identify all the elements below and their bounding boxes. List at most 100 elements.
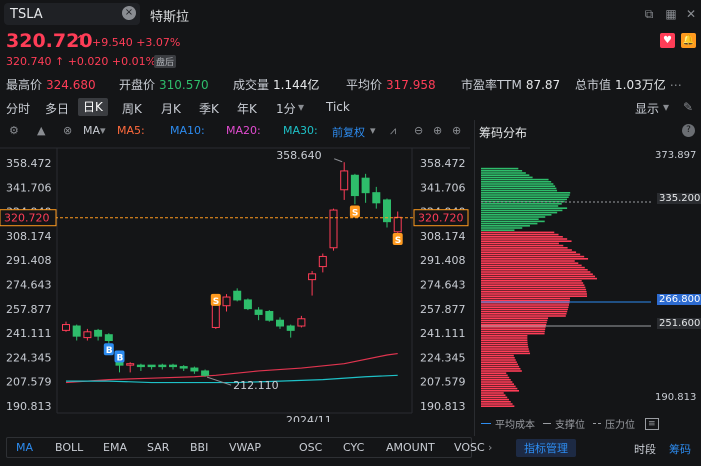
top-bar: TSLA × 特斯拉 ⧉ ▦ ✕ <box>0 0 701 30</box>
chevron-right-icon[interactable]: › <box>488 441 492 454</box>
indicator-bar: MA BOLL EMA SAR BBI VWAP OSC CYC AMOUNT … <box>0 438 701 458</box>
chip-bar <box>481 251 577 253</box>
chip-bar <box>481 346 529 348</box>
chevron-down-icon[interactable]: ▾ <box>370 124 376 137</box>
chip-bar <box>481 361 517 363</box>
chip-bar <box>481 363 518 366</box>
y-tick-left: 257.877 <box>6 303 52 316</box>
indicator-vosc[interactable]: VOSC <box>454 441 485 454</box>
time-segment-button[interactable]: 时段 <box>634 441 656 457</box>
adjust-selector[interactable]: 前复权 <box>332 124 365 140</box>
indicator-bbi[interactable]: BBI <box>190 441 208 454</box>
indicator-amount[interactable]: AMOUNT <box>386 441 435 454</box>
tab-1min[interactable]: 1分 <box>276 100 296 117</box>
tab-daily-k[interactable]: 日K <box>78 98 108 116</box>
indicator-ma[interactable]: MA <box>16 441 33 454</box>
indicator-osc[interactable]: OSC <box>299 441 322 454</box>
chip-top-label: 373.897 <box>655 150 697 161</box>
y-tick-left: 308.174 <box>6 230 52 243</box>
indicator-boll[interactable]: BOLL <box>55 441 83 454</box>
chip-label-1: 335.200 <box>657 193 701 204</box>
display-button[interactable]: 显示 <box>635 100 659 117</box>
tab-yearly-k[interactable]: 年K <box>237 100 257 117</box>
help-icon[interactable]: ? <box>682 124 695 137</box>
candlestick-chart[interactable]: 358.640 212.110 BB S S S 358.472 358.472 341.7… <box>0 140 470 422</box>
alert-bell-icon[interactable]: 🔔 <box>681 33 696 48</box>
ma-selector[interactable]: MA <box>83 124 100 137</box>
chip-bar <box>481 176 533 179</box>
after-hours-price: 320.740 ↑ +0.020 +0.01% <box>6 55 157 68</box>
period-tabs: 分时 多日 日K 周K 月K 季K 年K 1分 ▾ Tick 显示 ▾ ✎ <box>0 98 701 118</box>
edit-icon[interactable]: ✎ <box>683 100 693 114</box>
indicator-ema[interactable]: EMA <box>103 441 127 454</box>
note-icon[interactable]: ≡ <box>645 417 659 430</box>
candle-body <box>94 329 103 337</box>
clear-icon[interactable]: × <box>122 6 136 20</box>
chip-bar <box>481 288 587 291</box>
chip-bar <box>481 368 521 370</box>
candle-body <box>393 216 402 233</box>
chip-bar <box>481 337 528 339</box>
chip-bar <box>481 372 507 374</box>
tab-quarterly-k[interactable]: 季K <box>199 100 219 117</box>
favorite-icon[interactable]: ♥ <box>660 33 675 48</box>
chevron-down-icon[interactable]: ▾ <box>663 100 669 114</box>
chip-bar <box>481 236 563 238</box>
indicator-vwap[interactable]: VWAP <box>229 441 261 454</box>
candle-body <box>243 299 252 310</box>
close-icon[interactable]: ⊗ <box>63 124 72 137</box>
legend-support: 支撑位 <box>555 420 585 431</box>
chip-bar <box>481 207 568 209</box>
tab-monthly-k[interactable]: 月K <box>161 100 181 117</box>
chip-bar <box>481 167 519 170</box>
chip-bar <box>481 299 570 302</box>
chip-bar <box>481 253 581 256</box>
zoom-out-icon[interactable]: ⊖ <box>414 124 423 137</box>
tab-weekly-k[interactable]: 周K <box>122 100 142 117</box>
chip-distribution-panel: 筹码分布 ? 373.897 190.813 335.200 266.800 2… <box>474 120 701 436</box>
chip-bar <box>481 376 510 379</box>
grid-icon[interactable]: ▦ <box>664 7 678 21</box>
chip-legend: 平均成本 支撑位 压力位 ≡ <box>481 416 659 431</box>
candle-body <box>190 367 199 372</box>
chip-bar <box>481 286 586 289</box>
chip-bar <box>481 379 511 381</box>
price-change: +9.540 +3.07% <box>92 36 180 49</box>
chip-bar <box>481 306 569 308</box>
tab-multiday[interactable]: 多日 <box>45 100 69 117</box>
y-tick-left: 207.579 <box>6 376 52 389</box>
candle-body <box>254 309 263 315</box>
chip-bar <box>481 291 587 293</box>
chart-type-icon[interactable]: ⩘ <box>390 124 396 138</box>
y-tick-right: 291.408 <box>420 254 466 267</box>
chip-button[interactable]: 筹码 <box>669 441 691 457</box>
indicator-manage-button[interactable]: 指标管理 <box>516 439 576 457</box>
marker-label: S <box>352 209 358 219</box>
indicator-sar[interactable]: SAR <box>147 441 169 454</box>
legend-avg-cost: 平均成本 <box>495 420 535 431</box>
add-icon[interactable]: ⊕ <box>452 124 461 137</box>
chevron-down-icon[interactable]: ▾ <box>298 100 304 114</box>
arrow-up-icon[interactable]: ▲ <box>37 124 45 137</box>
change-pct: +3.07% <box>136 36 181 49</box>
close-icon[interactable]: ✕ <box>684 7 698 21</box>
zoom-in-icon[interactable]: ⊕ <box>433 124 442 137</box>
marker-label: B <box>117 353 124 363</box>
tab-tick[interactable]: Tick <box>326 100 350 114</box>
chip-bar <box>481 231 555 234</box>
chip-bar <box>481 297 570 300</box>
chip-bar <box>481 396 508 399</box>
y-tick-right: 274.643 <box>420 278 466 291</box>
chip-bar <box>481 313 567 315</box>
search-input[interactable]: TSLA × <box>4 3 140 25</box>
indicator-cyc[interactable]: CYC <box>343 441 364 454</box>
chip-bar <box>481 247 568 249</box>
chip-bar <box>481 260 575 262</box>
current-price-label-left: 320.720 <box>4 212 50 225</box>
settings-icon[interactable]: ⚙ <box>9 124 19 137</box>
tab-intraday[interactable]: 分时 <box>6 100 30 117</box>
chevron-down-icon[interactable]: ▾ <box>100 124 106 137</box>
window-icon[interactable]: ⧉ <box>642 7 656 21</box>
candle-body <box>62 324 70 331</box>
chip-bar <box>481 383 514 385</box>
